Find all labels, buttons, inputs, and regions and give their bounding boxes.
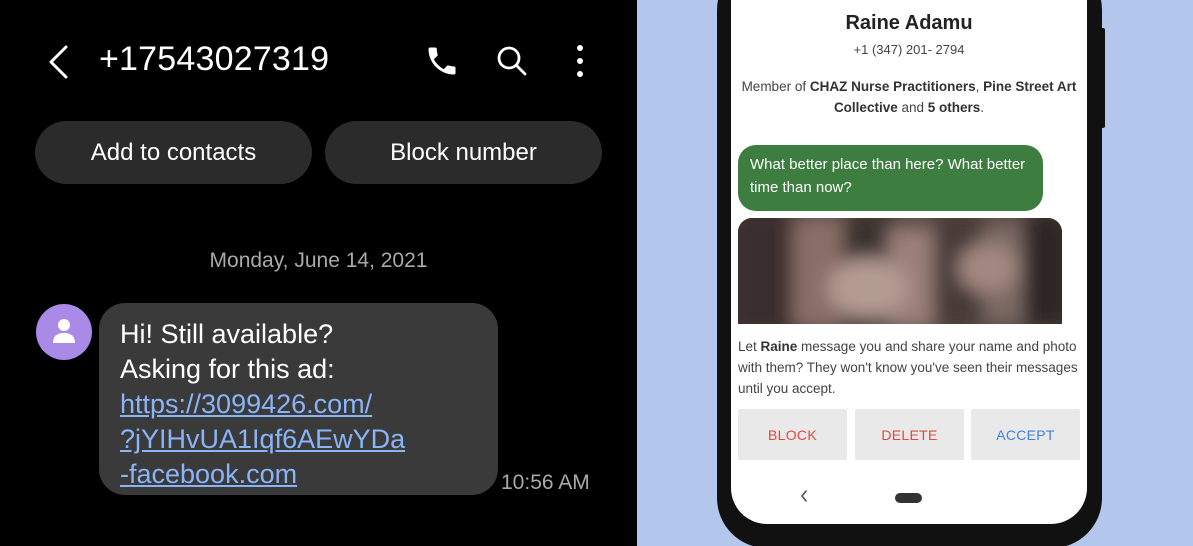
phone-icon[interactable] bbox=[424, 43, 460, 79]
message-link[interactable]: ?jYIHvUA1Iqf6AEwYDa bbox=[120, 422, 478, 457]
search-icon[interactable] bbox=[494, 43, 530, 79]
person-icon bbox=[53, 319, 75, 343]
request-message-bubble: What better place than here? What better… bbox=[738, 145, 1043, 211]
more-options-icon[interactable] bbox=[566, 42, 594, 80]
avatar[interactable] bbox=[36, 304, 92, 360]
incoming-message-bubble[interactable]: Hi! Still available? Asking for this ad:… bbox=[99, 303, 498, 495]
messages-screen: +17543027319 Add to contacts Block numbe… bbox=[0, 0, 637, 546]
message-link[interactable]: https://3099426.com/ bbox=[120, 387, 478, 422]
blurred-image bbox=[738, 218, 1062, 324]
add-to-contacts-button[interactable]: Add to contacts bbox=[35, 121, 312, 184]
message-text-line: Asking for this ad: bbox=[120, 354, 335, 384]
conversation-title: +17543027319 bbox=[99, 40, 330, 78]
nav-back-icon[interactable] bbox=[799, 489, 809, 503]
phone-mockup-panel: Raine Adamu +1 (347) 201- 2794 Member of… bbox=[637, 0, 1193, 546]
date-divider: Monday, June 14, 2021 bbox=[209, 249, 428, 272]
block-button[interactable]: BLOCK bbox=[738, 409, 847, 460]
group-membership-text: Member of CHAZ Nurse Practitioners, Pine… bbox=[741, 79, 1077, 115]
block-number-button[interactable]: Block number bbox=[325, 121, 602, 184]
message-link[interactable]: -facebook.com bbox=[120, 457, 478, 492]
message-request-prompt: Let Raine message you and share your nam… bbox=[738, 339, 1078, 396]
phone-side-button bbox=[1100, 28, 1105, 128]
nav-home-pill[interactable] bbox=[895, 493, 922, 503]
phone-screen: Raine Adamu +1 (347) 201- 2794 Member of… bbox=[731, 0, 1087, 524]
message-text-line: Hi! Still available? bbox=[120, 319, 334, 349]
contact-name: Raine Adamu bbox=[845, 12, 973, 34]
back-icon[interactable] bbox=[46, 44, 72, 80]
accept-button[interactable]: ACCEPT bbox=[971, 409, 1080, 460]
contact-phone: +1 (347) 201- 2794 bbox=[853, 42, 965, 57]
message-timestamp: 10:56 AM bbox=[501, 471, 590, 494]
delete-button[interactable]: DELETE bbox=[855, 409, 964, 460]
